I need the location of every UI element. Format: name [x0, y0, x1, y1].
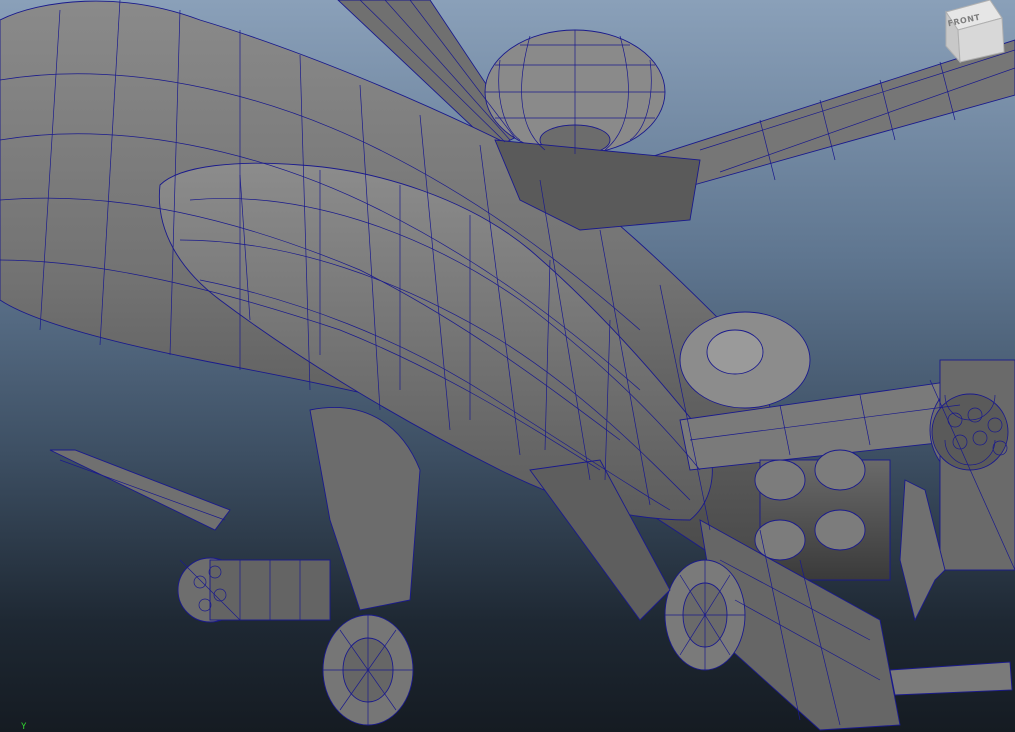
chain-gun-barrel	[49, 449, 231, 531]
axis-y-label: Y	[21, 722, 27, 732]
tail-rotor	[899, 479, 946, 622]
maya-3d-viewport[interactable]: FRONT Y	[0, 0, 1015, 732]
tail-probe	[889, 661, 1013, 696]
helicopter-wireframe-model[interactable]	[0, 0, 1015, 732]
view-cube-icon	[945, 0, 1005, 64]
view-cube[interactable]: FRONT	[938, 0, 1008, 66]
axis-indicator: Y	[18, 718, 38, 732]
